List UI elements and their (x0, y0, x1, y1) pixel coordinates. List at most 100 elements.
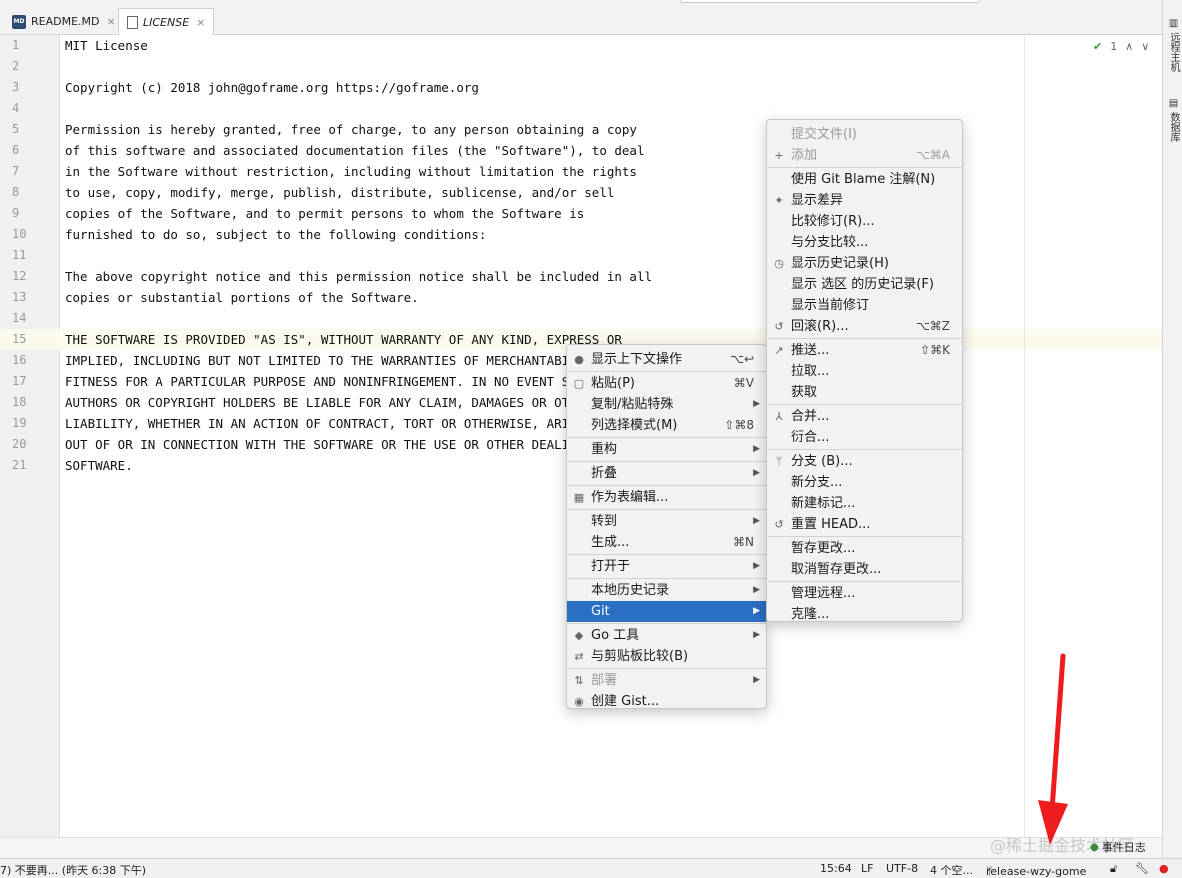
menu-item[interactable]: ↗ 推送... ⇧⌘K (767, 340, 962, 361)
menu-item[interactable]: 取消暂存更改... (767, 559, 962, 580)
close-icon[interactable]: × (196, 16, 205, 29)
menu-item[interactable]: 与分支比较... (767, 232, 962, 253)
line-separator[interactable]: LF (861, 862, 873, 875)
status-bar: 7) 不要再... (昨天 6:38 下午) 15:64 LF UTF-8 4 … (0, 858, 1182, 878)
line-number-gutter: 1 2 3 4 5 6 7 8 9 10 11 12 13 14 15 16 17 18 19 20 21 (0, 35, 60, 837)
tab-readme[interactable]: MD README.MD × (4, 8, 124, 35)
file-encoding[interactable]: UTF-8 (886, 862, 918, 875)
chevron-up-icon[interactable]: ∧ (1125, 40, 1133, 53)
menu-item[interactable]: ⇄ 与剪贴板比较(B) (567, 646, 766, 667)
status-message[interactable]: 7) 不要再... (昨天 6:38 下午) (0, 862, 146, 878)
menu-item-label: 创建 Gist... (591, 694, 660, 709)
caret-position[interactable]: 15:64 (820, 862, 852, 875)
line-number: 13 (12, 290, 27, 304)
compare-clipboard-icon: ⇄ (574, 650, 584, 663)
line-number: 12 (12, 269, 27, 283)
menu-item[interactable]: 暂存更改... (767, 538, 962, 559)
code-line: MIT License (65, 38, 148, 53)
lock-icon[interactable]: 🔓︎ (1110, 862, 1117, 876)
menu-item[interactable]: 获取 (767, 382, 962, 403)
menu-item-label: 合并... (791, 409, 830, 424)
indent-setting[interactable]: 4 个空... (930, 862, 973, 878)
menu-item-label: 重置 HEAD... (791, 517, 871, 532)
menu-item[interactable]: 管理远程... (767, 583, 962, 604)
menu-item[interactable]: 转到 ▶ (567, 511, 766, 532)
github-icon: ◉ (574, 695, 584, 708)
right-tool-strip: ▥ 远程主机 ▤ 数据库 (1162, 0, 1182, 858)
chevron-right-icon: ▶ (753, 675, 760, 685)
plus-icon: + (774, 149, 784, 162)
merge-icon: ⅄ (775, 410, 783, 423)
menu-item-label: 使用 Git Blame 注解(N) (791, 172, 936, 187)
menu-item[interactable]: 列选择模式(M) ⇧⌘8 (567, 415, 766, 436)
menu-item-label: Git (591, 604, 610, 619)
close-icon[interactable]: × (107, 15, 116, 28)
menu-item-label: 粘贴(P) (591, 376, 635, 391)
code-line: furnished to do so, subject to the follo… (65, 227, 487, 242)
code-line: LIABILITY, WHETHER IN AN ACTION OF CONTR… (65, 416, 645, 431)
menu-item[interactable]: 折叠 ▶ (567, 463, 766, 484)
line-number: 9 (12, 206, 20, 220)
menu-item-label: 打开于 (591, 559, 631, 574)
menu-item[interactable]: Git ▶ (567, 601, 766, 622)
inspection-widget[interactable]: ✔ 1 ∧ ∨ (1093, 40, 1149, 53)
checkmark-icon: ✔ (1093, 40, 1103, 53)
tab-license[interactable]: LICENSE × (118, 8, 215, 35)
menu-item[interactable]: ◆ Go 工具 ▶ (567, 625, 766, 646)
code-line: copies or substantial portions of the So… (65, 290, 419, 305)
menu-item[interactable]: 生成... ⌘N (567, 532, 766, 553)
menu-item[interactable]: ▦ 作为表编辑... (567, 487, 766, 508)
line-number: 1 (12, 38, 20, 52)
menu-item-label: 显示差异 (791, 193, 844, 208)
error-icon[interactable]: ● (1159, 862, 1169, 875)
chevron-right-icon: ▶ (753, 630, 760, 640)
menu-item[interactable]: 衍合... (767, 427, 962, 448)
menu-item[interactable]: 重构 ▶ (567, 439, 766, 460)
menu-item[interactable]: 新建标记... (767, 493, 962, 514)
wrench-icon[interactable]: 🔧︎ (1135, 862, 1149, 875)
menu-item-label: 提交文件(I) (791, 127, 857, 142)
menu-item[interactable]: ✦ 显示差异 (767, 190, 962, 211)
menu-item[interactable]: 使用 Git Blame 注解(N) (767, 169, 962, 190)
menu-item[interactable]: ◷ 显示历史记录(H) (767, 253, 962, 274)
menu-item[interactable]: ▢ 粘贴(P) ⌘V (567, 373, 766, 394)
code-line: AUTHORS OR COPYRIGHT HOLDERS BE LIABLE F… (65, 395, 592, 410)
line-number: 6 (12, 143, 20, 157)
menu-item[interactable]: 打开于 ▶ (567, 556, 766, 577)
menu-item[interactable]: 显示当前修订 (767, 295, 962, 316)
menu-item-label: 显示上下文操作 (591, 352, 683, 367)
text-file-icon (127, 15, 138, 29)
menu-item-label: 取消暂存更改... (791, 562, 882, 577)
menu-item[interactable]: 本地历史记录 ▶ (567, 580, 766, 601)
menu-separator (568, 437, 767, 438)
menu-item[interactable]: 克隆... (767, 604, 962, 625)
line-number: 16 (12, 353, 27, 367)
menu-item[interactable]: 复制/粘贴特殊 ▶ (567, 394, 766, 415)
line-number: 19 (12, 416, 27, 430)
code-line: Permission is hereby granted, free of ch… (65, 122, 637, 137)
line-number: 14 (12, 311, 27, 325)
menu-item[interactable]: ◉ 创建 Gist... (567, 691, 766, 712)
chevron-right-icon: ▶ (753, 444, 760, 454)
menu-item[interactable]: ↺ 重置 HEAD... (767, 514, 962, 535)
menu-item[interactable]: 显示 选区 的历史记录(F) (767, 274, 962, 295)
menu-item-label: 新分支... (791, 475, 843, 490)
menu-item-label: 重构 (591, 442, 618, 457)
line-number: 7 (12, 164, 20, 178)
line-number: 21 (12, 458, 27, 472)
tool-window-remote-host[interactable]: ▥ 远程主机 (1166, 18, 1181, 72)
chevron-right-icon: ▶ (753, 561, 760, 571)
menu-item[interactable]: 比较修订(R)... (767, 211, 962, 232)
editor-tab-bar: MD README.MD × LICENSE × (0, 0, 1162, 35)
menu-item[interactable]: ᛘ 分支 (B)... (767, 451, 962, 472)
tool-window-database[interactable]: ▤ 数据库 (1166, 98, 1181, 142)
menu-item[interactable]: ⅄ 合并... (767, 406, 962, 427)
menu-item[interactable]: ↺ 回滚(R)... ⌥⌘Z (767, 316, 962, 337)
rollback-icon: ↺ (774, 320, 784, 333)
menu-item[interactable]: 新分支... (767, 472, 962, 493)
code-line: of this software and associated document… (65, 143, 645, 158)
chevron-down-icon[interactable]: ∨ (1141, 40, 1149, 53)
event-log-button[interactable]: ● 事件日志 (1090, 839, 1146, 855)
menu-item[interactable]: 拉取... (767, 361, 962, 382)
menu-item[interactable]: ● 显示上下文操作 ⌥↩ (567, 349, 766, 370)
